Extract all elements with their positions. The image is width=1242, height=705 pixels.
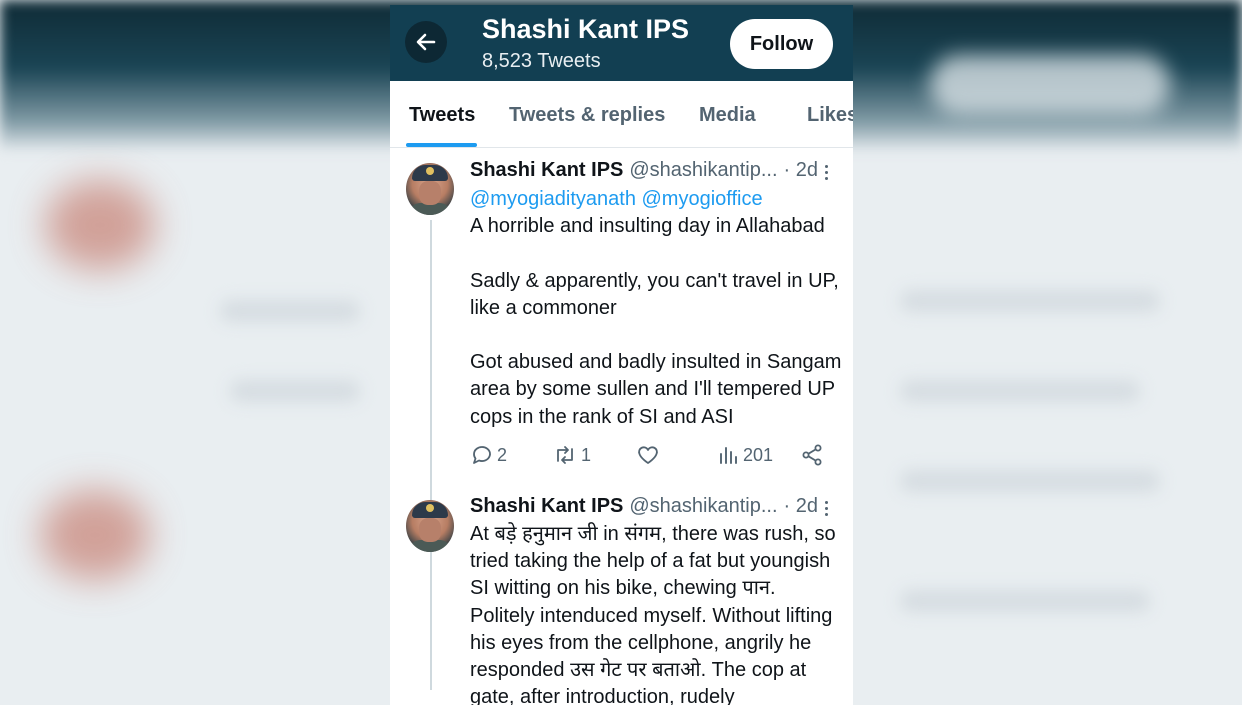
tab-likes[interactable]: Likes bbox=[807, 104, 853, 127]
blurred-text-line bbox=[230, 380, 360, 402]
tweet-author[interactable]: Shashi Kant IPS bbox=[470, 159, 623, 182]
like-icon bbox=[638, 446, 658, 464]
active-tab-indicator bbox=[406, 143, 477, 147]
avatar[interactable] bbox=[406, 500, 454, 552]
tweet-line: gate, after introduction, rudely bbox=[470, 686, 735, 705]
tab-media[interactable]: Media bbox=[699, 104, 756, 127]
tab-tweets-replies[interactable]: Tweets & replies bbox=[509, 104, 665, 127]
tweet-line: Politely intenduced myself. Without lift… bbox=[470, 604, 833, 627]
follow-button[interactable]: Follow bbox=[730, 19, 833, 69]
tweet-handle[interactable]: @shashikantip... bbox=[629, 495, 777, 518]
tweet-line: SI witting on his bike, chewing पान. bbox=[470, 577, 776, 600]
tweet-line: tried taking the help of a fat but young… bbox=[470, 550, 831, 573]
more-options-icon[interactable] bbox=[824, 164, 830, 182]
back-button[interactable] bbox=[405, 21, 447, 63]
tweet-line: A horrible and insulting day in Allahaba… bbox=[470, 215, 825, 238]
profile-tabs: Tweets Tweets & replies Media Likes bbox=[390, 81, 853, 148]
share-button[interactable] bbox=[800, 442, 824, 468]
retweet-count: 1 bbox=[581, 444, 592, 465]
tweet-line: like a commoner bbox=[470, 296, 617, 319]
views-count: 201 bbox=[743, 444, 774, 465]
avatar[interactable] bbox=[406, 163, 454, 215]
tweet-header: Shashi Kant IPS @shashikantip... · 2d bbox=[470, 159, 818, 185]
blurred-text-line bbox=[900, 380, 1140, 402]
tweet-header: Shashi Kant IPS @shashikantip... · 2d bbox=[470, 495, 818, 521]
tweet-line: cops in the rank of SI and ASI bbox=[470, 405, 734, 428]
blurred-text-line bbox=[900, 470, 1160, 492]
views-icon bbox=[720, 447, 737, 464]
tweet-time[interactable]: · 2d bbox=[784, 159, 818, 182]
profile-screen: Shashi Kant IPS 8,523 Tweets Follow Twee… bbox=[390, 5, 853, 705]
tweet-line: responded उस गेट पर बताओ. The cop at bbox=[470, 659, 807, 682]
reply-button[interactable]: 2 bbox=[470, 442, 507, 468]
tweet-mentions[interactable]: @myogiadityanath @myogioffice bbox=[470, 186, 845, 213]
blurred-avatar bbox=[45, 180, 155, 270]
blurred-text-line bbox=[900, 590, 1150, 612]
retweet-icon bbox=[557, 446, 573, 464]
back-arrow-icon bbox=[416, 33, 436, 51]
tweet-text: @myogiadityanath @myogioffice A horrible… bbox=[470, 186, 845, 431]
tweet-line: area by some sullen and I'll tempered UP bbox=[470, 378, 836, 401]
tweet-line: At बड़े हनुमान जी in संगम, there was rus… bbox=[470, 523, 836, 545]
blurred-avatar bbox=[40, 490, 150, 580]
blurred-card bbox=[930, 55, 1170, 115]
tweet-line: Got abused and badly insulted in Sangam bbox=[470, 351, 842, 374]
tweet-text: At बड़े हनुमान जी in संगम, there was rus… bbox=[470, 521, 845, 705]
tweet-count: 8,523 Tweets bbox=[482, 50, 601, 72]
tab-tweets[interactable]: Tweets bbox=[409, 104, 475, 127]
tweet-author[interactable]: Shashi Kant IPS bbox=[470, 495, 623, 518]
share-icon bbox=[802, 444, 822, 466]
more-options-icon[interactable] bbox=[824, 500, 830, 518]
views-button[interactable]: 201 bbox=[718, 442, 773, 468]
thread-connector bbox=[430, 220, 432, 690]
profile-name: Shashi Kant IPS bbox=[482, 14, 690, 44]
retweet-button[interactable]: 1 bbox=[552, 442, 591, 468]
reply-icon bbox=[473, 446, 491, 464]
like-button[interactable] bbox=[636, 442, 660, 468]
tweet-line: his eyes from the cellphone, angrily he bbox=[470, 631, 812, 654]
tweet-handle[interactable]: @shashikantip... bbox=[629, 159, 777, 182]
blurred-text-line bbox=[220, 300, 360, 322]
profile-header: Shashi Kant IPS 8,523 Tweets Follow bbox=[390, 5, 853, 81]
tweet-actions: 2 1 201 bbox=[470, 442, 830, 468]
tweet-time[interactable]: · 2d bbox=[784, 495, 818, 518]
blurred-text-line bbox=[900, 290, 1160, 312]
reply-count: 2 bbox=[497, 444, 508, 465]
tweet-line: Sadly & apparently, you can't travel in … bbox=[470, 269, 839, 292]
